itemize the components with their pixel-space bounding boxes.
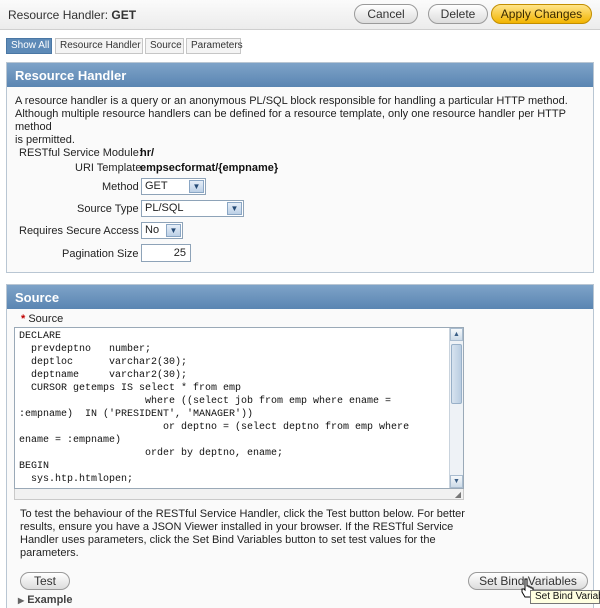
pagination-size-label: Pagination Size (62, 248, 139, 260)
code-line: order by deptno, ename; (19, 448, 284, 459)
code-line: where ((select job from emp where ename … (19, 396, 392, 407)
pagination-size-input[interactable]: 25 (141, 244, 191, 262)
source-type-select[interactable]: PL/SQL ▼ (141, 200, 244, 217)
method-selected-value: GET (145, 180, 168, 192)
chevron-down-icon: ▼ (166, 224, 181, 237)
code-line: or deptno = (select deptno from emp wher… (19, 422, 410, 433)
method-select[interactable]: GET ▼ (141, 178, 206, 195)
help-line: parameters. (20, 547, 79, 559)
region-heading: Resource Handler (7, 63, 593, 87)
description-line: A resource handler is a query or an anon… (15, 95, 568, 107)
scroll-up-icon[interactable]: ▲ (450, 328, 463, 341)
code-line: deptname varchar2(30); (19, 370, 188, 381)
required-marker: * (21, 313, 26, 325)
test-help-text: To test the behaviour of the RESTful Ser… (20, 508, 580, 560)
tab-parameters[interactable]: Parameters (186, 38, 243, 54)
code-line: DECLARE (19, 331, 62, 342)
page-title-value: GET (111, 8, 137, 22)
scroll-down-icon[interactable]: ▼ (450, 475, 463, 488)
secure-access-selected-value: No (145, 224, 160, 236)
top-bar: Resource Handler: GET Cancel Delete Appl… (0, 0, 600, 30)
tab-source[interactable]: Source (145, 38, 184, 54)
chevron-down-icon: ▼ (227, 202, 242, 215)
region-heading: Source (7, 285, 593, 309)
vertical-scrollbar[interactable]: ▲ ▼ (449, 328, 463, 488)
description-line: Although multiple resource handlers can … (15, 108, 566, 133)
code-line: ename = :empname) (19, 435, 122, 446)
help-line: results, ensure you have a JSON Viewer i… (20, 521, 454, 533)
test-button[interactable]: Test (20, 572, 70, 590)
secure-access-select[interactable]: No ▼ (141, 222, 183, 239)
uri-template-label: URI Template: (75, 162, 145, 174)
help-line: To test the behaviour of the RESTful Ser… (20, 508, 465, 520)
page-title: Resource Handler: GET (8, 8, 136, 22)
chevron-down-icon: ▼ (189, 180, 204, 193)
resize-grip-icon[interactable]: ◢ (455, 490, 461, 499)
scroll-thumb[interactable] (451, 344, 462, 404)
tab-show-all[interactable]: Show All (6, 38, 52, 54)
apply-changes-button[interactable]: Apply Changes (491, 4, 592, 24)
delete-button[interactable]: Delete (428, 4, 488, 24)
cancel-button[interactable]: Cancel (354, 4, 418, 24)
example-toggle[interactable]: ▶ Example (18, 594, 72, 606)
code-line: deptloc varchar2(30); (19, 357, 188, 368)
caret-right-icon: ▶ (18, 596, 25, 605)
source-code-editor[interactable]: DECLARE prevdeptno number; deptloc varch… (14, 327, 464, 489)
example-label: Example (27, 594, 73, 606)
source-type-label: Source Type (77, 203, 139, 215)
tab-resource-handler[interactable]: Resource Handler (55, 38, 143, 54)
help-line: Handler uses parameters, click the Set B… (20, 534, 436, 546)
code-line: BEGIN (19, 461, 50, 472)
module-value: hr/ (140, 147, 155, 159)
page-title-prefix: Resource Handler: (8, 8, 112, 22)
secure-access-label: Requires Secure Access (19, 225, 139, 237)
tooltip: Set Bind Variables (530, 590, 600, 604)
code-line: CURSOR getemps IS select * from emp (19, 383, 242, 394)
source-type-selected-value: PL/SQL (145, 202, 184, 214)
code-line: :empname) IN ('PRESIDENT', 'MANAGER')) (19, 409, 254, 420)
code-lines: DECLARE prevdeptno number; deptloc varch… (19, 330, 449, 486)
code-line: sys.htp.htmlopen; (19, 474, 134, 485)
method-label: Method (102, 181, 139, 193)
resource-handler-region: Resource Handler A resource handler is a… (6, 62, 594, 273)
module-label: RESTful Service Module: (19, 147, 142, 159)
source-label-text: Source (28, 313, 64, 325)
description-line: is permitted. (15, 134, 75, 146)
uri-template-value: empsecformat/{empname} (140, 162, 279, 174)
region-description: A resource handler is a query or an anon… (15, 95, 587, 147)
editor-resize-bar[interactable]: ◢ (14, 489, 464, 500)
source-field-label: * Source (21, 313, 63, 325)
code-line: prevdeptno number; (19, 344, 152, 355)
